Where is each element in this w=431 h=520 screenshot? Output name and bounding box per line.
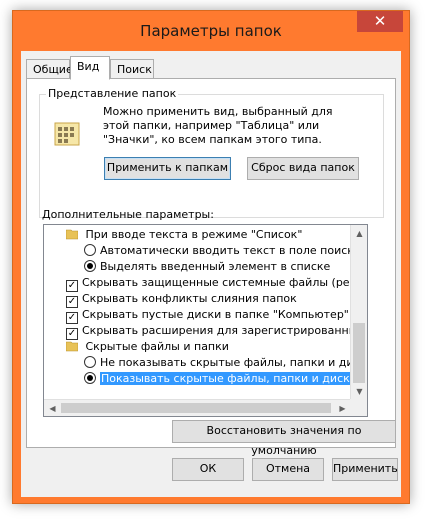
tree-folder-list-typing: При вводе текста в режиме "Список"	[66, 227, 302, 243]
check-icon: ✓	[67, 280, 77, 291]
folder-view-description: Можно применить вид, выбранный для этой …	[103, 105, 333, 146]
folder-view-group-title: Представление папок	[46, 87, 179, 100]
tree-item-label: Скрывать защищенные системные файлы (рек…	[82, 276, 368, 289]
tab-view[interactable]: Вид	[70, 56, 110, 80]
radio-button-selected[interactable]	[84, 372, 96, 384]
tree-item-label: При вводе текста в режиме "Список"	[85, 228, 303, 241]
radio-button-selected[interactable]	[84, 260, 96, 272]
tree-item-label: Скрывать пустые диски в папке "Компьютер…	[82, 308, 349, 321]
vertical-scroll-thumb[interactable]	[353, 323, 365, 383]
folder-views-icon	[54, 122, 80, 146]
tree-item-label: Скрытые файлы и папки	[85, 340, 229, 353]
apply-to-folders-button[interactable]: Применить к папкам	[104, 157, 231, 180]
dialog-client-area: Общие Вид Поиск Представление папок Можн…	[21, 51, 401, 497]
apply-button[interactable]: Применить	[332, 458, 398, 481]
scroll-right-icon[interactable]: ▶	[334, 400, 351, 416]
scrollbar-corner	[350, 399, 367, 416]
tree-item-label: Автоматически вводить текст в поле поиск…	[100, 244, 361, 257]
cancel-button[interactable]: Отмена	[252, 458, 324, 481]
close-icon: ✕	[373, 12, 387, 30]
vertical-scrollbar[interactable]: ▲ ▼	[350, 225, 367, 400]
view-tab-panel: Представление папок Можно применить вид,…	[26, 78, 396, 457]
tree-item-label: Скрывать конфликты слияния папок	[82, 292, 297, 305]
horizontal-scroll-thumb[interactable]	[61, 403, 331, 413]
tree-radio-select-item[interactable]: Выделять введенный элемент в списке	[84, 259, 330, 275]
advanced-settings-label: Дополнительные параметры:	[42, 208, 214, 221]
folder-icon	[66, 229, 78, 240]
tree-radio-dont-show-hidden[interactable]: Не показывать скрытые файлы, папки и дис…	[84, 355, 368, 371]
check-icon: ✓	[67, 312, 77, 323]
tree-check-hide-merge[interactable]: ✓ Скрывать конфликты слияния папок	[66, 291, 297, 308]
tree-item-label-selected: Показывать скрытые файлы, папки и диски	[100, 372, 358, 385]
advanced-settings-tree[interactable]: При вводе текста в режиме "Список" Автом…	[43, 224, 368, 417]
tree-folder-hidden-files: Скрытые файлы и папки	[66, 339, 229, 355]
horizontal-scrollbar[interactable]: ◀ ▶	[44, 399, 351, 416]
reset-folders-button[interactable]: Сброс вида папок	[247, 157, 359, 180]
folder-icon	[66, 341, 78, 352]
scroll-up-icon[interactable]: ▲	[351, 225, 367, 242]
radio-button[interactable]	[84, 244, 96, 256]
scroll-down-icon[interactable]: ▼	[351, 383, 367, 400]
check-icon: ✓	[67, 296, 77, 307]
tree-check-hide-protected[interactable]: ✓ Скрывать защищенные системные файлы (ре…	[66, 275, 368, 292]
folder-options-window: Параметры папок ✕ Общие Вид Поиск Предст…	[12, 10, 410, 504]
tab-general[interactable]: Общие	[26, 59, 73, 79]
tree-radio-show-hidden[interactable]: Показывать скрытые файлы, папки и диски	[84, 371, 358, 387]
tree-item-label: Выделять введенный элемент в списке	[100, 260, 331, 273]
close-button[interactable]: ✕	[357, 11, 403, 32]
window-title: Параметры папок	[140, 22, 282, 40]
radio-button[interactable]	[84, 356, 96, 368]
restore-defaults-button[interactable]: Восстановить значения по умолчанию	[172, 420, 396, 457]
check-icon: ✓	[67, 328, 77, 339]
tree-radio-auto-type[interactable]: Автоматически вводить текст в поле поиск…	[84, 243, 361, 259]
tab-search[interactable]: Поиск	[110, 59, 154, 79]
ok-button[interactable]: ОК	[172, 458, 244, 481]
folder-view-group: Представление папок Можно применить вид,…	[39, 87, 384, 218]
tree-item-label: Не показывать скрытые файлы, папки и дис…	[100, 356, 368, 369]
tree-item-label: Скрывать расширения для зарегистрированн…	[82, 324, 368, 337]
title-bar[interactable]: Параметры папок ✕	[13, 11, 409, 51]
scroll-left-icon[interactable]: ◀	[44, 400, 61, 416]
tree-check-hide-empty-drives[interactable]: ✓ Скрывать пустые диски в папке "Компьюте…	[66, 307, 349, 324]
tree-check-hide-extensions[interactable]: ✓ Скрывать расширения для зарегистрирован…	[66, 323, 368, 340]
